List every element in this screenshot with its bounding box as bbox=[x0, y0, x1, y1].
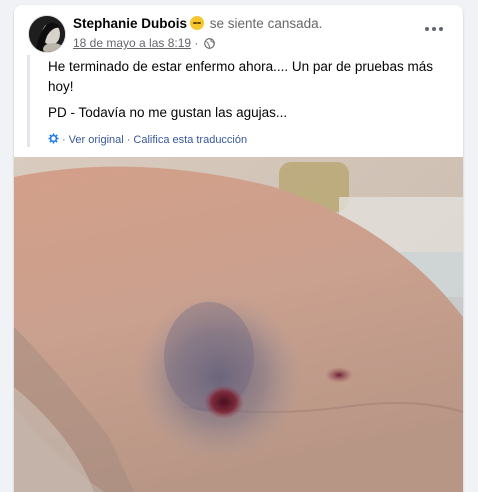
view-original-link[interactable]: Ver original bbox=[69, 134, 124, 146]
translation-separator-2: · bbox=[126, 134, 131, 146]
translate-gear-icon bbox=[48, 133, 59, 147]
translation-bar: · Ver original · Califica esta traducció… bbox=[48, 133, 449, 147]
meta-separator: · bbox=[194, 36, 199, 50]
post-header: Stephanie Dubois se siente cansada. 18 d… bbox=[14, 5, 463, 55]
photo-arm-bruise bbox=[14, 157, 463, 492]
feeling-text: se siente cansada. bbox=[209, 16, 323, 31]
post-card: Stephanie Dubois se siente cansada. 18 d… bbox=[14, 5, 463, 492]
post-photo[interactable] bbox=[14, 157, 463, 492]
more-options-icon[interactable] bbox=[419, 19, 449, 39]
rate-translation-link[interactable]: Califica esta traducción bbox=[133, 134, 247, 146]
post-text: He terminado de estar enfermo ahora.... … bbox=[27, 55, 449, 147]
translation-separator-1: · bbox=[62, 134, 66, 146]
post-text-line1: He terminado de estar enfermo ahora.... … bbox=[48, 59, 433, 94]
sleepy-face-icon bbox=[190, 16, 205, 30]
author-line: Stephanie Dubois se siente cansada. bbox=[73, 16, 322, 31]
post-timestamp[interactable]: 18 de mayo a las 8:19 bbox=[73, 36, 191, 50]
globe-icon bbox=[203, 38, 215, 52]
avatar[interactable] bbox=[28, 15, 66, 53]
author-name[interactable]: Stephanie Dubois bbox=[73, 16, 187, 31]
post-text-line2: PD - Todavía no me gustan las agujas... bbox=[48, 105, 288, 120]
post-meta: 18 de mayo a las 8:19 · bbox=[73, 36, 215, 52]
